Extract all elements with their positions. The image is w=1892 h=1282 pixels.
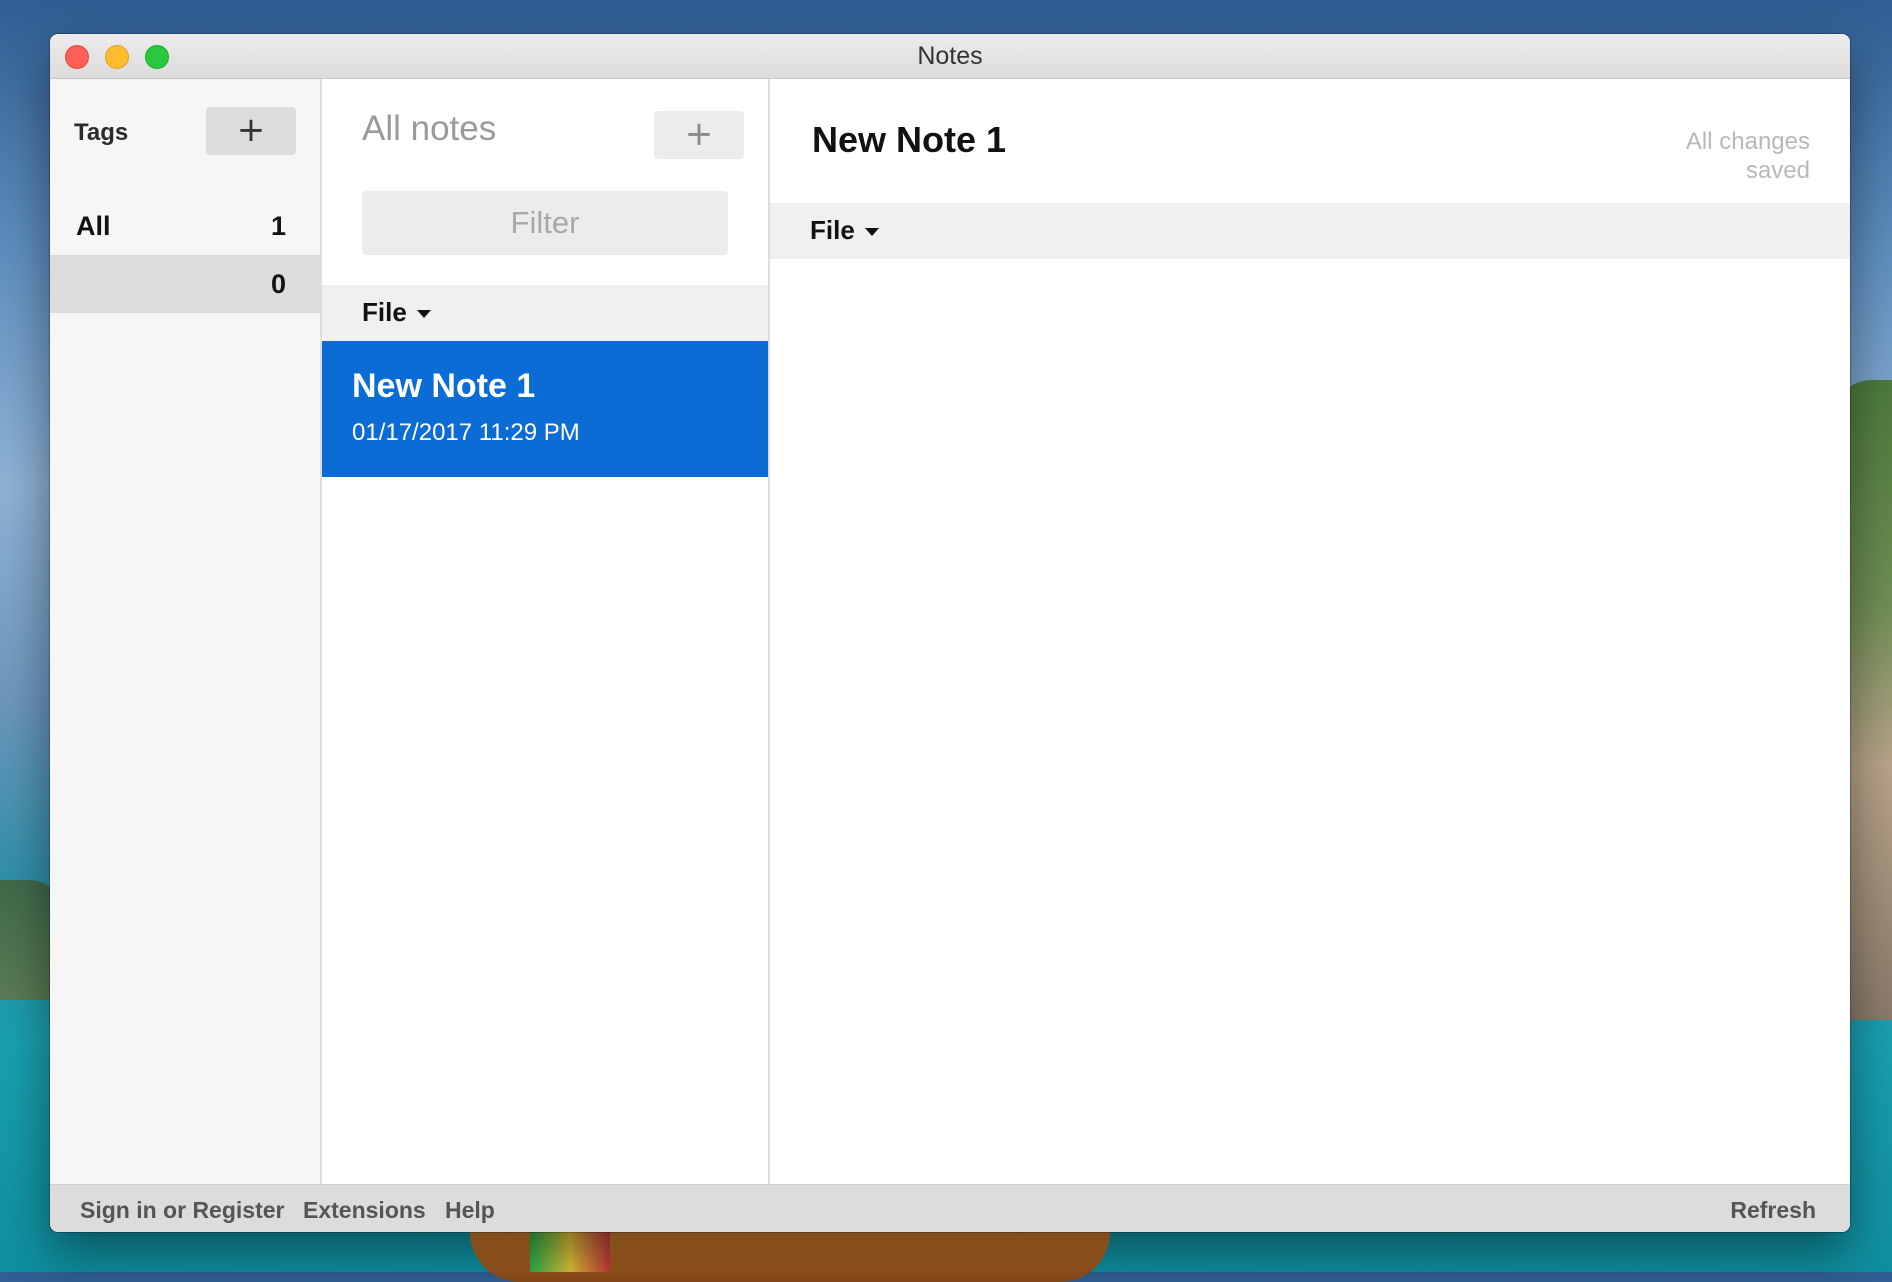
editor-menu-bar: File [770,203,1850,259]
note-editor-pane: New Note 1 All changes saved File [770,79,1850,1184]
file-menu-label: File [810,215,855,245]
notes-list-title: All notes [362,109,497,148]
file-menu-button[interactable]: File [362,297,431,328]
caret-down-icon [416,310,431,319]
sign-in-register-link[interactable]: Sign in or Register [80,1197,284,1224]
filter-input[interactable] [362,191,728,255]
save-status-line: saved [1745,157,1810,184]
tag-item-all[interactable]: All 1 [50,197,320,255]
refresh-link[interactable]: Refresh [1730,1197,1816,1224]
save-status: All changes saved [1650,127,1810,185]
help-link[interactable]: Help [445,1197,495,1224]
title-bar[interactable]: Notes [50,34,1850,79]
tags-header: Tags [74,119,129,146]
extensions-link[interactable]: Extensions [303,1197,426,1224]
notes-menu-bar: File [322,285,768,341]
notes-list-pane: All notes + File New Note 1 01/17/2017 1… [322,79,770,1184]
save-status-line: All changes [1685,128,1810,155]
note-list-item-selected[interactable]: New Note 1 01/17/2017 11:29 PM [322,341,768,477]
note-title-field[interactable]: New Note 1 [812,119,1006,161]
tag-item-count: 1 [270,211,286,241]
tag-item-count: 0 [270,269,286,299]
note-item-title: New Note 1 [352,367,536,405]
file-menu-label: File [362,297,407,327]
tag-item-label: All [76,211,111,241]
note-text-area[interactable] [770,259,1850,1184]
window-title: Notes [917,42,983,70]
add-tag-button[interactable]: + [206,107,296,155]
tags-sidebar: Tags + All 1 0 [50,79,322,1184]
caret-down-icon [864,228,879,237]
notes-app-window: Notes Tags + All 1 0 All notes + File Ne… [50,34,1850,1232]
footer-bar: Sign in or Register Extensions Help Refr… [50,1184,1850,1232]
file-menu-button[interactable]: File [810,215,879,246]
add-note-button[interactable]: + [654,111,744,159]
note-item-date: 01/17/2017 11:29 PM [352,419,580,446]
tag-item-untagged[interactable]: 0 [50,255,320,313]
desktop-wallpaper-boat-decoration [530,1232,610,1272]
